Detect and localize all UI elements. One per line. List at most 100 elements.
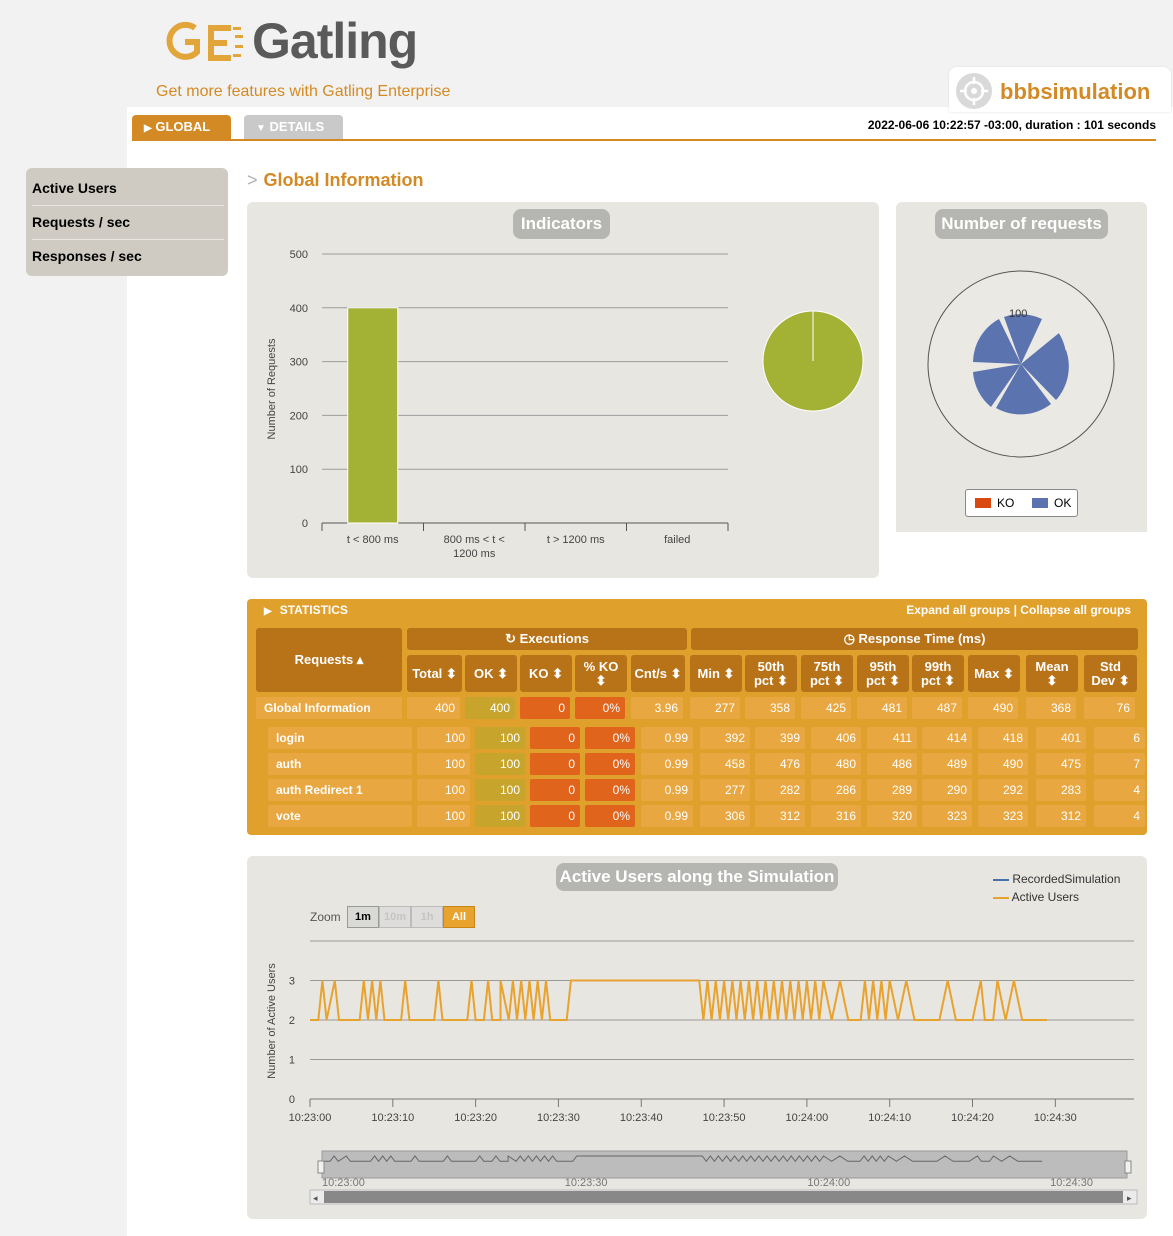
y-tick-label: 0 (302, 518, 308, 530)
global-row-name[interactable]: Global Information (256, 697, 402, 719)
legend-ko-label: KO (997, 496, 1015, 510)
active-users-line[interactable] (310, 979, 1047, 1021)
table-cell: 400 (465, 697, 515, 719)
table-cell: 289 (867, 779, 917, 801)
column-header[interactable]: OK ⬍ (465, 655, 517, 692)
table-cell: 425 (801, 697, 851, 719)
navigator-tick-label: 10:23:00 (322, 1177, 365, 1189)
statistics-links: Expand all groups | Collapse all groups (760, 603, 1131, 617)
page-title: > Global Information (247, 170, 424, 191)
column-header[interactable]: Cnt/s ⬍ (631, 655, 685, 692)
table-cell: 312 (755, 805, 805, 827)
column-header[interactable]: 95th pct ⬍ (857, 655, 909, 692)
tab-global[interactable]: ▶ GLOBAL (132, 115, 231, 139)
statistics-title[interactable]: ▶ STATISTICS (264, 603, 348, 617)
table-cell: 0% (585, 727, 635, 749)
column-header[interactable]: 75th pct ⬍ (801, 655, 853, 692)
navigator-tick-label: 10:24:00 (807, 1177, 850, 1189)
column-header[interactable]: Min ⬍ (690, 655, 742, 692)
request-row-name[interactable]: auth (268, 753, 412, 775)
sidebar-menu: Active Users Requests / sec Responses / … (26, 168, 228, 276)
column-header[interactable]: Max ⬍ (968, 655, 1020, 692)
table-cell: 486 (867, 753, 917, 775)
table-cell: 481 (857, 697, 907, 719)
menu-item-responses-per-sec[interactable]: Responses / sec (32, 248, 222, 264)
x-tick-label: 10:24:20 (951, 1112, 994, 1124)
table-cell: 0 (530, 753, 580, 775)
requests-header[interactable]: Requests ▴ (256, 628, 402, 692)
collapse-all-link[interactable]: Collapse all groups (1020, 603, 1131, 617)
table-cell: 316 (811, 805, 861, 827)
target-icon (956, 73, 992, 109)
table-cell: 323 (978, 805, 1028, 827)
table-cell: 0% (585, 753, 635, 775)
x-tick-label: failed (664, 534, 690, 546)
table-cell: 277 (700, 779, 750, 801)
table-cell: 100 (417, 779, 470, 801)
table-cell: 0 (530, 779, 580, 801)
table-cell: 100 (417, 753, 470, 775)
navigator-handle-right[interactable] (1124, 1160, 1132, 1174)
column-header[interactable]: Total ⬍ (407, 655, 462, 692)
table-cell: 100 (475, 753, 525, 775)
bar[interactable] (347, 307, 399, 524)
table-cell: 7 (1094, 753, 1145, 775)
table-cell: 490 (968, 697, 1018, 719)
panel-footer (896, 532, 1147, 578)
request-row-name[interactable]: login (268, 727, 412, 749)
table-cell: 6 (1094, 727, 1145, 749)
enterprise-link[interactable]: Get more features with Gatling Enterpris… (156, 83, 450, 101)
navigator-scrollbar-thumb[interactable] (324, 1191, 1123, 1203)
menu-item-active-users[interactable]: Active Users (32, 180, 222, 196)
table-cell: 0% (585, 779, 635, 801)
table-cell: 480 (811, 753, 861, 775)
request-row-name[interactable]: vote (268, 805, 412, 827)
y-axis-label: Number of Requests (266, 338, 278, 439)
table-cell: 290 (922, 779, 972, 801)
table-cell: 392 (700, 727, 750, 749)
column-header[interactable]: Mean ⬍ (1026, 655, 1078, 692)
table-cell: 358 (745, 697, 795, 719)
table-cell: 76 (1084, 697, 1135, 719)
active-users-chart: 0 1 2 3 Number of Active Users 10:23:00 10:23:… (266, 940, 1138, 1205)
x-tick-label: 10:23:50 (703, 1112, 746, 1124)
legend-ko-swatch (975, 498, 991, 508)
x-tick-label: 10:24:30 (1034, 1112, 1077, 1124)
y-tick-label: 300 (290, 357, 308, 369)
table-cell: 418 (978, 727, 1028, 749)
expand-all-link[interactable]: Expand all groups (906, 603, 1010, 617)
column-header[interactable]: 99th pct ⬍ (912, 655, 964, 692)
tab-details[interactable]: ▼ DETAILS (244, 115, 343, 139)
table-cell: 458 (700, 753, 750, 775)
column-header[interactable]: % KO ⬍ (575, 655, 627, 692)
menu-item-requests-per-sec[interactable]: Requests / sec (32, 214, 222, 230)
y-tick-label: 200 (290, 410, 308, 422)
request-row-name[interactable]: auth Redirect 1 (268, 779, 412, 801)
link-separator: | (1013, 603, 1017, 617)
table-cell: 3.96 (631, 697, 683, 719)
pie-label: 100 (1009, 308, 1027, 320)
table-cell: 282 (755, 779, 805, 801)
scroll-right-icon[interactable]: ▸ (1127, 1193, 1132, 1203)
column-header[interactable]: KO ⬍ (520, 655, 572, 692)
table-cell: 306 (700, 805, 750, 827)
table-cell: 292 (978, 779, 1028, 801)
table-cell: 320 (867, 805, 917, 827)
y-tick-label: 500 (290, 249, 308, 261)
table-cell: 476 (755, 753, 805, 775)
column-header[interactable]: 50th pct ⬍ (745, 655, 797, 692)
y-tick-label: 0 (289, 1094, 295, 1106)
table-cell: 283 (1036, 779, 1086, 801)
navigator-mask[interactable] (321, 1150, 1128, 1179)
y-tick-label: 1 (289, 1055, 295, 1067)
page-title-text: Global Information (263, 170, 424, 190)
column-header[interactable]: Std Dev ⬍ (1084, 655, 1137, 692)
statistics-title-text: STATISTICS (279, 603, 348, 617)
tab-underline (132, 139, 1156, 141)
scroll-left-icon[interactable]: ◂ (313, 1193, 318, 1203)
tab-details-label: DETAILS (269, 119, 325, 134)
table-cell: 100 (475, 779, 525, 801)
navigator-handle-left[interactable] (317, 1160, 325, 1174)
requests-pie-chart: 100 (927, 270, 1115, 458)
table-cell: 4 (1094, 805, 1145, 827)
